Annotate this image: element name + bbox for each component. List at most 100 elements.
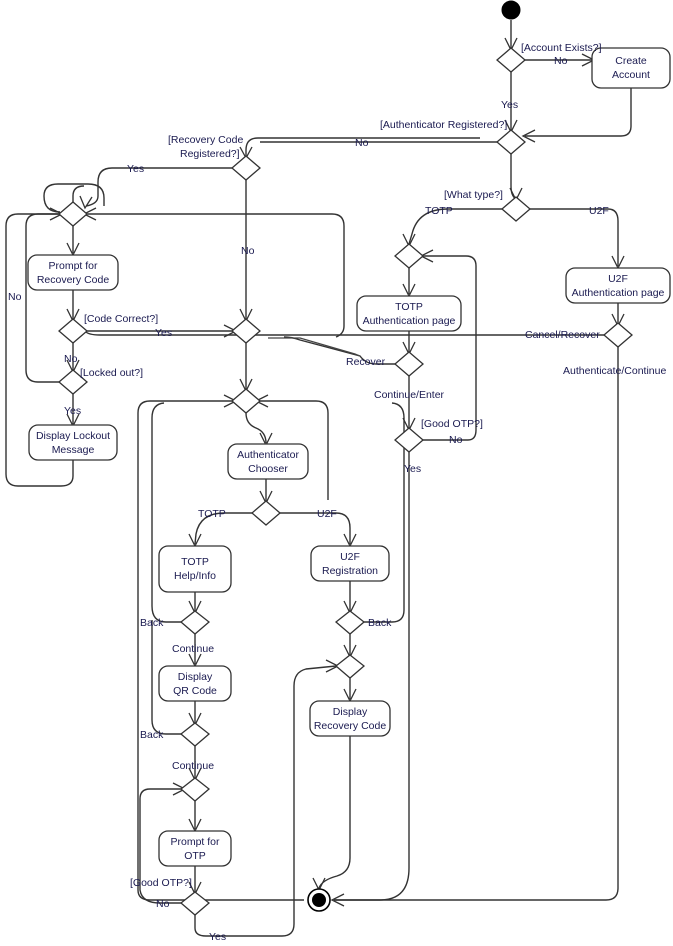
- final-node-core: [312, 893, 326, 907]
- edge-label-continue-enter: Continue/Enter: [374, 389, 445, 401]
- edge-display-recovery-to-end: [318, 736, 351, 889]
- action-u2f-authentication-page[interactable]: U2F Authentication page: [565, 267, 671, 304]
- guard-what-type: [What type?]: [444, 189, 503, 201]
- edge-what-type-totp: [408, 208, 502, 245]
- edge-label-yes-account-exists: Yes: [501, 99, 518, 111]
- decision-totp-recover[interactable]: [394, 351, 424, 377]
- guard-locked-out: [Locked out?]: [80, 367, 143, 379]
- action-totp-help-info-shape[interactable]: [158, 545, 232, 593]
- guard-code-correct: [Code Correct?]: [84, 313, 158, 325]
- action-u2f-authentication-page-line2: Authentication page: [572, 287, 665, 299]
- edge-label-cancel-recover: Cancel/Recover: [525, 329, 600, 341]
- edge-label-yes-good-otp-login: Yes: [404, 463, 421, 475]
- action-totp-help-info[interactable]: TOTP Help/Info: [158, 545, 232, 593]
- decision-good-otp-login[interactable]: [394, 427, 424, 453]
- decision-good-otp-registration[interactable]: [179, 891, 211, 916]
- edge-recover-long-left: [268, 337, 361, 357]
- action-u2f-registration-line2: Registration: [322, 565, 378, 577]
- action-prompt-for-otp[interactable]: Prompt for OTP: [158, 830, 232, 867]
- decision-u2f-registration-back[interactable]: [334, 610, 366, 635]
- edge-good-otp-login-no: [421, 255, 477, 441]
- edge-label-u2f-type: U2F: [589, 205, 609, 217]
- edge-locked-out-no: [25, 213, 61, 383]
- decision-authenticator-registered[interactable]: [496, 129, 526, 155]
- action-prompt-for-recovery-code-line1: Prompt for: [48, 260, 98, 272]
- action-display-recovery-code[interactable]: Display Recovery Code: [309, 700, 391, 737]
- edge-u2f-back-right: [362, 402, 405, 623]
- action-authenticator-chooser-line2: Chooser: [248, 463, 288, 475]
- edge-label-yes-code-correct: Yes: [155, 327, 172, 339]
- edge-label-back-u2f-registration: Back: [368, 617, 392, 629]
- merge-chooser[interactable]: [231, 388, 261, 414]
- merge-recovery-prompt[interactable]: [58, 201, 88, 227]
- arrowhead-rec-merge-yes: [79, 195, 93, 210]
- action-display-qr-code-line1: Display: [178, 671, 213, 683]
- action-totp-authentication-page-line2: Authentication page: [363, 315, 456, 327]
- edge-label-no-good-otp-registration: No: [156, 898, 170, 910]
- edge-label-yes-locked-out: Yes: [64, 405, 81, 417]
- action-display-lockout-message-line1: Display Lockout: [36, 430, 110, 442]
- action-display-recovery-code-line2: Recovery Code: [314, 720, 387, 732]
- edge-label-continue-otp: Continue: [172, 760, 214, 772]
- action-prompt-for-otp-line1: Prompt for: [170, 836, 220, 848]
- action-create-account-line2: Account: [612, 69, 650, 81]
- action-create-account[interactable]: Create Account: [591, 47, 671, 89]
- action-display-qr-code-line2: QR Code: [173, 685, 217, 697]
- guard-good-otp-registration: [Good OTP?]: [130, 877, 192, 889]
- action-prompt-for-recovery-code-line2: Recovery Code: [37, 274, 110, 286]
- edge-label-no-locked-out: No: [8, 291, 22, 303]
- decision-totp-help-back[interactable]: [179, 610, 211, 635]
- action-prompt-for-otp-line2: OTP: [184, 850, 206, 862]
- action-u2f-registration-line1: U2F: [340, 551, 360, 563]
- edge-label-yes-good-otp-registration: Yes: [209, 931, 226, 943]
- merge-post-code[interactable]: [231, 318, 261, 344]
- action-prompt-for-recovery-code[interactable]: Prompt for Recovery Code: [27, 254, 119, 291]
- edge-label-chooser-u2f: U2F: [317, 508, 337, 520]
- guard-label-layer: [Account Exists?] [Authenticator Registe…: [80, 42, 602, 889]
- action-authenticator-chooser-line1: Authenticator: [237, 449, 299, 461]
- action-totp-authentication-page[interactable]: TOTP Authentication page: [356, 295, 462, 332]
- edge-label-no-code-correct: No: [64, 353, 78, 365]
- decision-qr-back[interactable]: [179, 722, 211, 747]
- merge-otp-prompt[interactable]: [179, 777, 211, 802]
- merge-totp-auth[interactable]: [394, 243, 424, 269]
- decision-u2f-auth-action[interactable]: [603, 322, 633, 348]
- edge-chooser-u2f: [278, 512, 351, 544]
- guard-authenticator-registered: [Authenticator Registered?]: [380, 119, 507, 131]
- edge-rec-merge-top-arc: [72, 185, 85, 202]
- action-display-lockout-message-line2: Message: [52, 444, 95, 456]
- action-totp-help-info-line1: TOTP: [181, 556, 209, 568]
- guard-account-exists: [Account Exists?]: [521, 42, 602, 54]
- action-create-account-line1: Create: [615, 55, 647, 67]
- edge-layer: Create Account --> [Authenticator Regist…: [5, 20, 632, 937]
- guard-recovery-code-registered-line1: [Recovery Code: [168, 134, 243, 146]
- edge-label-no-authenticator-registered: No: [355, 137, 369, 149]
- edge-label-back-qr: Back: [140, 729, 164, 741]
- action-display-qr-code[interactable]: Display QR Code: [158, 665, 232, 702]
- edge-label-layer: No Yes No Yes No TOTP U2F No Yes No Yes …: [8, 55, 666, 943]
- action-display-lockout-message[interactable]: Display Lockout Message: [28, 424, 118, 461]
- merge-recovery-code-display[interactable]: [334, 654, 366, 679]
- edge-label-no-recovery-registered: No: [241, 245, 255, 257]
- edge-label-continue-qr: Continue: [172, 643, 214, 655]
- edge-label-authenticate-continue: Authenticate/Continue: [563, 365, 666, 377]
- edge-label-yes-recovery-registered: Yes: [127, 163, 144, 175]
- initial-node: [501, 0, 521, 20]
- decision-code-correct[interactable]: [58, 318, 88, 344]
- action-totp-authentication-page-line1: TOTP: [395, 301, 423, 313]
- action-create-account-shape[interactable]: [591, 47, 671, 89]
- guard-recovery-code-registered-line2: Registered?]: [180, 148, 240, 160]
- edge-label-no-good-otp-login: No: [449, 434, 463, 446]
- edge-rec-registered-yes: [85, 167, 232, 207]
- edge-create-account-to-auth-registered: [525, 88, 632, 137]
- decision-chooser-type[interactable]: [251, 500, 281, 526]
- decision-what-type[interactable]: [501, 196, 531, 222]
- edge-label-totp-type: TOTP: [425, 205, 453, 217]
- action-u2f-authentication-page-line1: U2F: [608, 273, 628, 285]
- action-u2f-registration[interactable]: U2F Registration: [310, 545, 390, 582]
- edge-what-type-u2f: [530, 208, 619, 266]
- action-totp-help-info-line2: Help/Info: [174, 570, 216, 582]
- edge-good-otp-login-yes: [334, 452, 410, 901]
- action-authenticator-chooser[interactable]: Authenticator Chooser: [227, 443, 309, 480]
- action-display-recovery-code-line1: Display: [333, 706, 368, 718]
